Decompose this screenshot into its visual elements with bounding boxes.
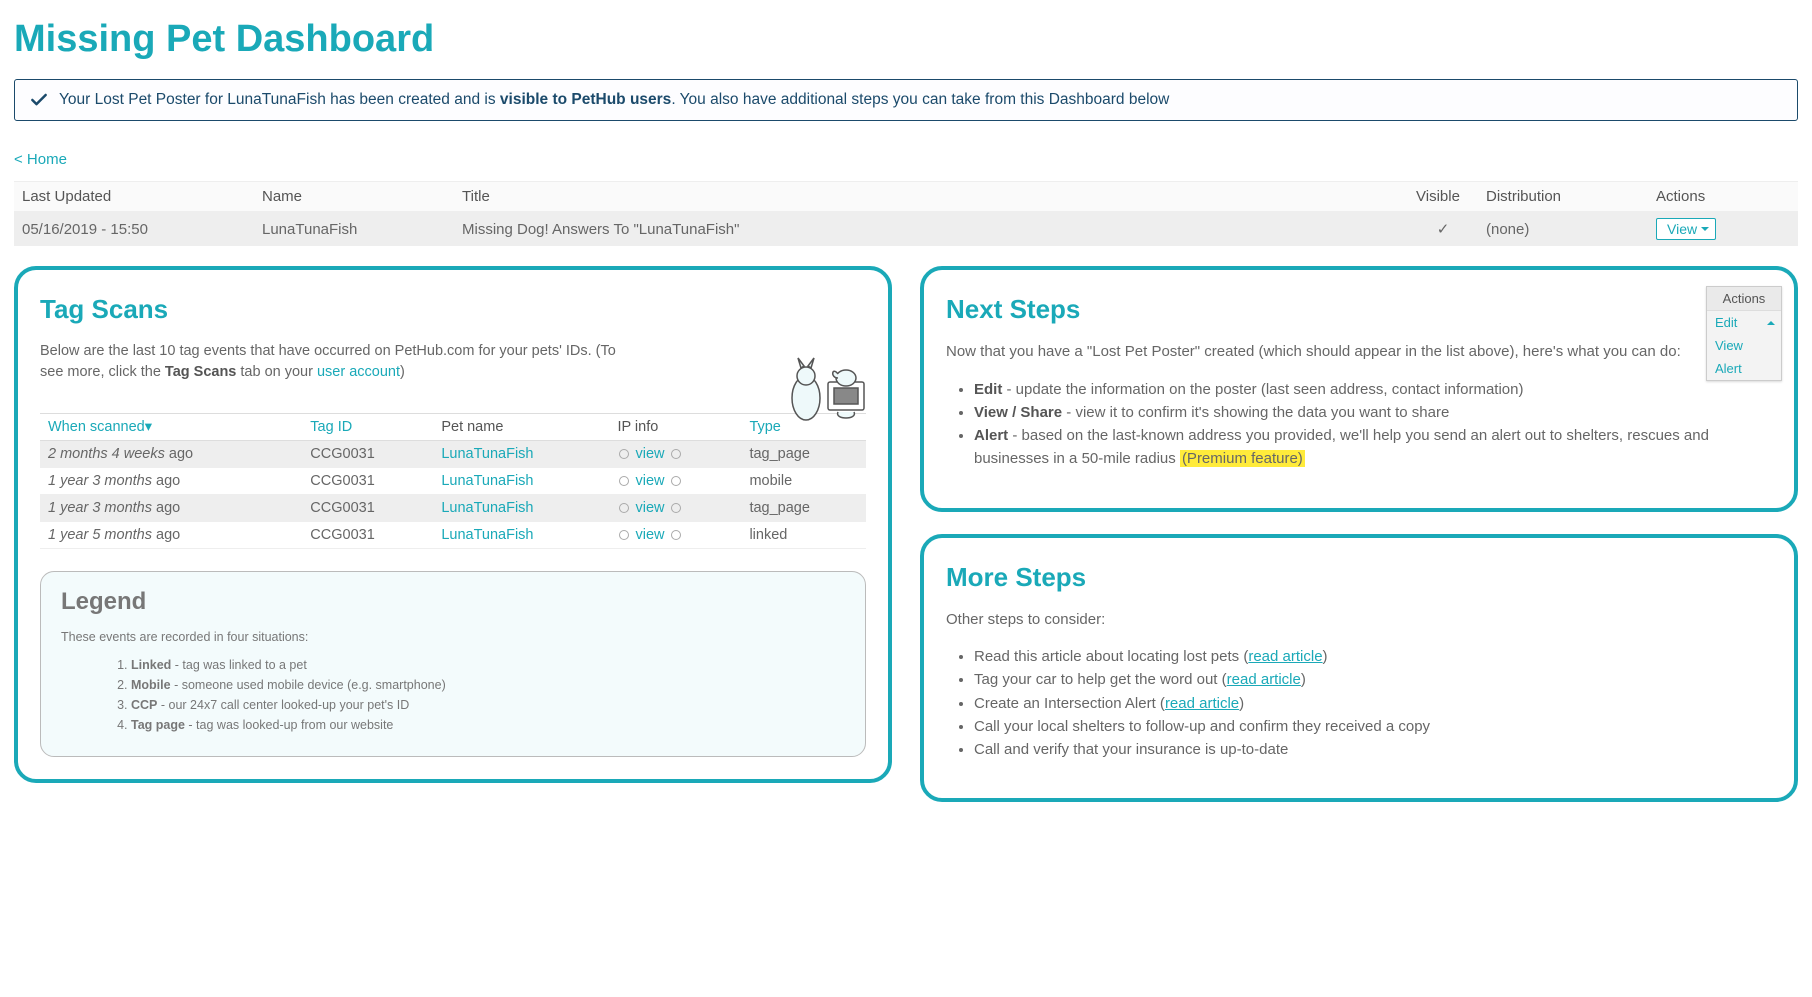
- scans-table: When scanned▾ Tag ID Pet name IP info Ty…: [40, 413, 866, 549]
- tag-scans-panel: Tag Scans Below are the last 10 tag even…: [14, 266, 892, 783]
- ip-view-link[interactable]: view: [635, 473, 664, 489]
- actions-dropdown: Actions Edit View Alert: [1706, 286, 1782, 381]
- col-distribution: Distribution: [1478, 182, 1648, 212]
- cell-updated: 05/16/2019 - 15:50: [14, 212, 254, 247]
- read-article-link[interactable]: read article: [1227, 671, 1301, 688]
- table-row: 05/16/2019 - 15:50 LunaTunaFish Missing …: [14, 212, 1798, 247]
- tag-scans-heading: Tag Scans: [40, 294, 866, 325]
- table-row: 1 year 3 months ago CCG0031 LunaTunaFish…: [40, 468, 866, 495]
- globe-icon: [619, 503, 629, 513]
- tag-scans-blurb: Below are the last 10 tag events that ha…: [40, 341, 620, 383]
- ip-view-link[interactable]: view: [635, 527, 664, 543]
- legend-heading: Legend: [61, 588, 845, 616]
- table-row: 1 year 5 months ago CCG0031 LunaTunaFish…: [40, 522, 866, 549]
- info-icon: [671, 530, 681, 540]
- cell-visible: ✓: [1408, 212, 1478, 247]
- sort-desc-icon: ▾: [145, 419, 152, 435]
- user-account-link[interactable]: user account: [317, 364, 400, 380]
- list-item: CCP - our 24x7 call center looked-up you…: [131, 698, 845, 712]
- pet-link[interactable]: LunaTunaFish: [441, 527, 533, 543]
- legend-intro: These events are recorded in four situat…: [61, 630, 845, 644]
- next-steps-heading: Next Steps: [946, 294, 1772, 325]
- col-pet-name: Pet name: [433, 414, 609, 441]
- globe-icon: [619, 530, 629, 540]
- list-item: Alert - based on the last-known address …: [974, 424, 1772, 471]
- page-title: Missing Pet Dashboard: [14, 18, 1798, 61]
- menu-item-view[interactable]: View: [1707, 334, 1781, 357]
- list-item: Edit - update the information on the pos…: [974, 378, 1772, 401]
- menu-item-edit[interactable]: Edit: [1707, 311, 1781, 334]
- more-steps-panel: More Steps Other steps to consider: Read…: [920, 534, 1798, 803]
- read-article-link[interactable]: read article: [1165, 695, 1239, 712]
- cell-name: LunaTunaFish: [254, 212, 454, 247]
- ip-view-link[interactable]: view: [635, 446, 664, 462]
- col-when-scanned[interactable]: When scanned▾: [40, 414, 302, 441]
- list-item: View / Share - view it to confirm it's s…: [974, 401, 1772, 424]
- info-icon: [671, 503, 681, 513]
- col-visible: Visible: [1408, 182, 1478, 212]
- info-icon: [671, 476, 681, 486]
- list-item: Read this article about locating lost pe…: [974, 645, 1772, 668]
- table-row: 1 year 3 months ago CCG0031 LunaTunaFish…: [40, 495, 866, 522]
- table-row: 2 months 4 weeks ago CCG0031 LunaTunaFis…: [40, 441, 866, 468]
- success-alert: Your Lost Pet Poster for LunaTunaFish ha…: [14, 79, 1798, 121]
- col-ip-info: IP info: [609, 414, 741, 441]
- read-article-link[interactable]: read article: [1248, 648, 1322, 665]
- ip-view-link[interactable]: view: [635, 500, 664, 516]
- more-steps-intro: Other steps to consider:: [946, 609, 1772, 632]
- info-icon: [671, 449, 681, 459]
- list-item: Tag page - tag was looked-up from our we…: [131, 718, 845, 732]
- pet-link[interactable]: LunaTunaFish: [441, 473, 533, 489]
- col-tag-id[interactable]: Tag ID: [302, 414, 433, 441]
- check-icon: [29, 90, 49, 110]
- col-name: Name: [254, 182, 454, 212]
- list-item: Call your local shelters to follow-up an…: [974, 715, 1772, 738]
- col-last-updated: Last Updated: [14, 182, 254, 212]
- cell-title: Missing Dog! Answers To "LunaTunaFish": [454, 212, 1408, 247]
- mascot-illustration-icon: [768, 348, 878, 428]
- alert-message: Your Lost Pet Poster for LunaTunaFish ha…: [59, 91, 1169, 109]
- legend-box: Legend These events are recorded in four…: [40, 571, 866, 757]
- list-item: Tag your car to help get the word out (r…: [974, 668, 1772, 691]
- menu-item-alert[interactable]: Alert: [1707, 357, 1781, 380]
- list-item: Create an Intersection Alert (read artic…: [974, 692, 1772, 715]
- view-button[interactable]: View: [1656, 218, 1716, 240]
- list-item: Call and verify that your insurance is u…: [974, 738, 1772, 761]
- posters-table: Last Updated Name Title Visible Distribu…: [14, 181, 1798, 246]
- pet-link[interactable]: LunaTunaFish: [441, 446, 533, 462]
- premium-badge: (Premium feature): [1180, 450, 1305, 467]
- next-steps-intro: Now that you have a "Lost Pet Poster" cr…: [946, 341, 1772, 364]
- next-steps-panel: Next Steps Actions Edit View Alert Now t…: [920, 266, 1798, 512]
- col-actions: Actions: [1648, 182, 1798, 212]
- list-item: Mobile - someone used mobile device (e.g…: [131, 678, 845, 692]
- home-link[interactable]: < Home: [14, 151, 67, 168]
- list-item: Linked - tag was linked to a pet: [131, 658, 845, 672]
- globe-icon: [619, 449, 629, 459]
- cell-distribution: (none): [1478, 212, 1648, 247]
- pet-link[interactable]: LunaTunaFish: [441, 500, 533, 516]
- dropdown-header: Actions: [1707, 287, 1781, 311]
- col-title: Title: [454, 182, 1408, 212]
- globe-icon: [619, 476, 629, 486]
- more-steps-heading: More Steps: [946, 562, 1772, 593]
